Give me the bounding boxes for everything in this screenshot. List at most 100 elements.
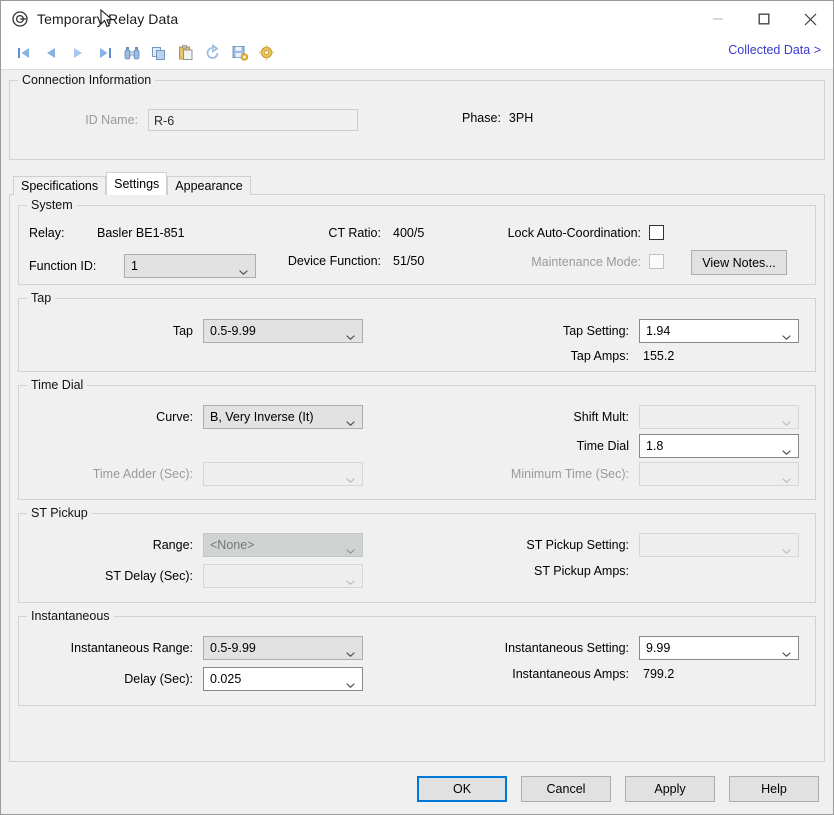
st-pickup-legend: ST Pickup [27,506,92,520]
tap-amps-label: Tap Amps: [570,349,629,363]
cancel-button[interactable]: Cancel [521,776,611,802]
id-name-input[interactable]: R-6 [148,109,358,131]
tap-setting-value: 1.94 [646,324,671,338]
ct-ratio-value: 400/5 [393,226,425,240]
time-dial-combobox[interactable]: 1.8 [639,434,799,458]
connection-information-group: Connection Information ID Name: R-6 Phas… [9,73,825,160]
apply-label: Apply [654,782,686,796]
system-group: System Relay: Basler BE1-851 Function ID… [18,198,816,285]
paste-icon[interactable] [173,41,199,65]
previous-record-icon[interactable] [38,41,64,65]
chevron-down-icon [782,472,791,483]
instantaneous-range-value: 0.5-9.99 [210,641,256,655]
settings-tab-page: System Relay: Basler BE1-851 Function ID… [9,194,825,762]
shift-mult-combobox[interactable] [639,405,799,429]
chevron-down-icon [782,415,791,426]
st-pickup-setting-combobox[interactable] [639,533,799,557]
maintenance-mode-label: Maintenance Mode: [531,254,641,269]
save-settings-icon[interactable] [227,41,253,65]
minimum-time-combobox [639,462,799,486]
instantaneous-setting-label: Instantaneous Setting: [504,641,629,655]
dialog-footer: OK Cancel Apply Help [1,776,833,802]
time-adder-label: Time Adder (Sec): [92,467,193,481]
tab-settings[interactable]: Settings [106,172,168,195]
tap-legend: Tap [27,291,56,305]
id-name-label: ID Name: [85,113,138,127]
instantaneous-setting-combobox[interactable]: 9.99 [639,636,799,660]
lock-auto-coordination-checkbox[interactable] [649,225,664,240]
maintenance-mode-checkbox [649,254,664,269]
minimize-button[interactable] [695,1,741,37]
chevron-down-icon [346,646,355,657]
function-id-combobox[interactable]: 1 [124,254,256,278]
st-range-combobox: <None> [203,533,363,557]
instantaneous-amps-label: Instantaneous Amps: [512,667,629,681]
next-record-icon[interactable] [65,41,91,65]
instantaneous-range-combobox[interactable]: 0.5-9.99 [203,636,363,660]
title-bar: Temporary Relay Data [1,1,833,37]
window-controls [695,1,833,37]
temporary-relay-data-window: Temporary Relay Data Collected Data > Co… [0,0,834,815]
tap-amps-value: 155.2 [643,349,675,363]
tap-group: Tap Tap 0.5-9.99 Tap Setting: 1.94 Tap A… [18,291,816,372]
apply-button[interactable]: Apply [625,776,715,802]
instantaneous-group: Instantaneous Instantaneous Range: 0.5-9… [18,609,816,706]
shift-mult-label: Shift Mult: [573,410,629,424]
device-function-label: Device Function: [287,254,381,268]
st-pickup-amps-label: ST Pickup Amps: [534,564,629,578]
instantaneous-delay-value: 0.025 [210,672,242,686]
instantaneous-delay-combobox[interactable]: 0.025 [203,667,363,691]
relay-label: Relay: [29,226,65,240]
function-id-label: Function ID: [29,259,97,273]
system-legend: System [27,198,77,212]
st-delay-combobox[interactable] [203,564,363,588]
chevron-down-icon [346,415,355,426]
curve-value: B, Very Inverse (It) [210,410,314,424]
instantaneous-setting-value: 9.99 [646,641,671,655]
st-pickup-setting-label: ST Pickup Setting: [526,538,629,552]
chevron-down-icon [782,329,791,340]
time-dial-value: 1.8 [646,439,664,453]
instantaneous-amps-value: 799.2 [643,667,675,681]
refresh-undo-icon[interactable] [200,41,226,65]
close-button[interactable] [787,1,833,37]
tap-setting-label: Tap Setting: [562,324,629,338]
instantaneous-delay-label: Delay (Sec): [124,672,193,686]
tap-setting-combobox[interactable]: 1.94 [639,319,799,343]
first-record-icon[interactable] [11,41,37,65]
chevron-down-icon [346,677,355,688]
view-notes-button[interactable]: View Notes... [691,250,787,275]
tab-appearance[interactable]: Appearance [167,176,251,195]
st-range-label: Range: [152,538,193,552]
maximize-button[interactable] [741,1,787,37]
st-range-value: <None> [210,538,255,552]
chevron-down-icon [239,264,248,275]
time-adder-combobox [203,462,363,486]
last-record-icon[interactable] [92,41,118,65]
tab-specifications-label: Specifications [21,179,99,193]
tap-range-combobox[interactable]: 0.5-9.99 [203,319,363,343]
chevron-down-icon [782,646,791,657]
view-notes-label: View Notes... [702,255,776,270]
lock-auto-coordination-label: Lock Auto-Coordination: [507,225,641,240]
phase-value: 3PH [508,111,534,125]
curve-label: Curve: [156,410,193,424]
time-dial-legend: Time Dial [27,378,88,392]
gear-settings-icon[interactable] [254,41,280,65]
copy-icon[interactable] [146,41,172,65]
toolbar: Collected Data > [1,37,833,70]
tab-specifications[interactable]: Specifications [13,176,107,195]
phase-label: Phase: [462,111,501,125]
help-label: Help [761,782,787,796]
help-button[interactable]: Help [729,776,819,802]
ok-button[interactable]: OK [417,776,507,802]
curve-combobox[interactable]: B, Very Inverse (It) [203,405,363,429]
tap-range-value: 0.5-9.99 [210,324,256,338]
chevron-down-icon [346,543,355,554]
chevron-down-icon [782,444,791,455]
chevron-down-icon [346,329,355,340]
tab-appearance-label: Appearance [175,179,243,193]
find-binoculars-icon[interactable] [119,41,145,65]
collected-data-link[interactable]: Collected Data > [728,43,821,57]
chevron-down-icon [346,574,355,585]
